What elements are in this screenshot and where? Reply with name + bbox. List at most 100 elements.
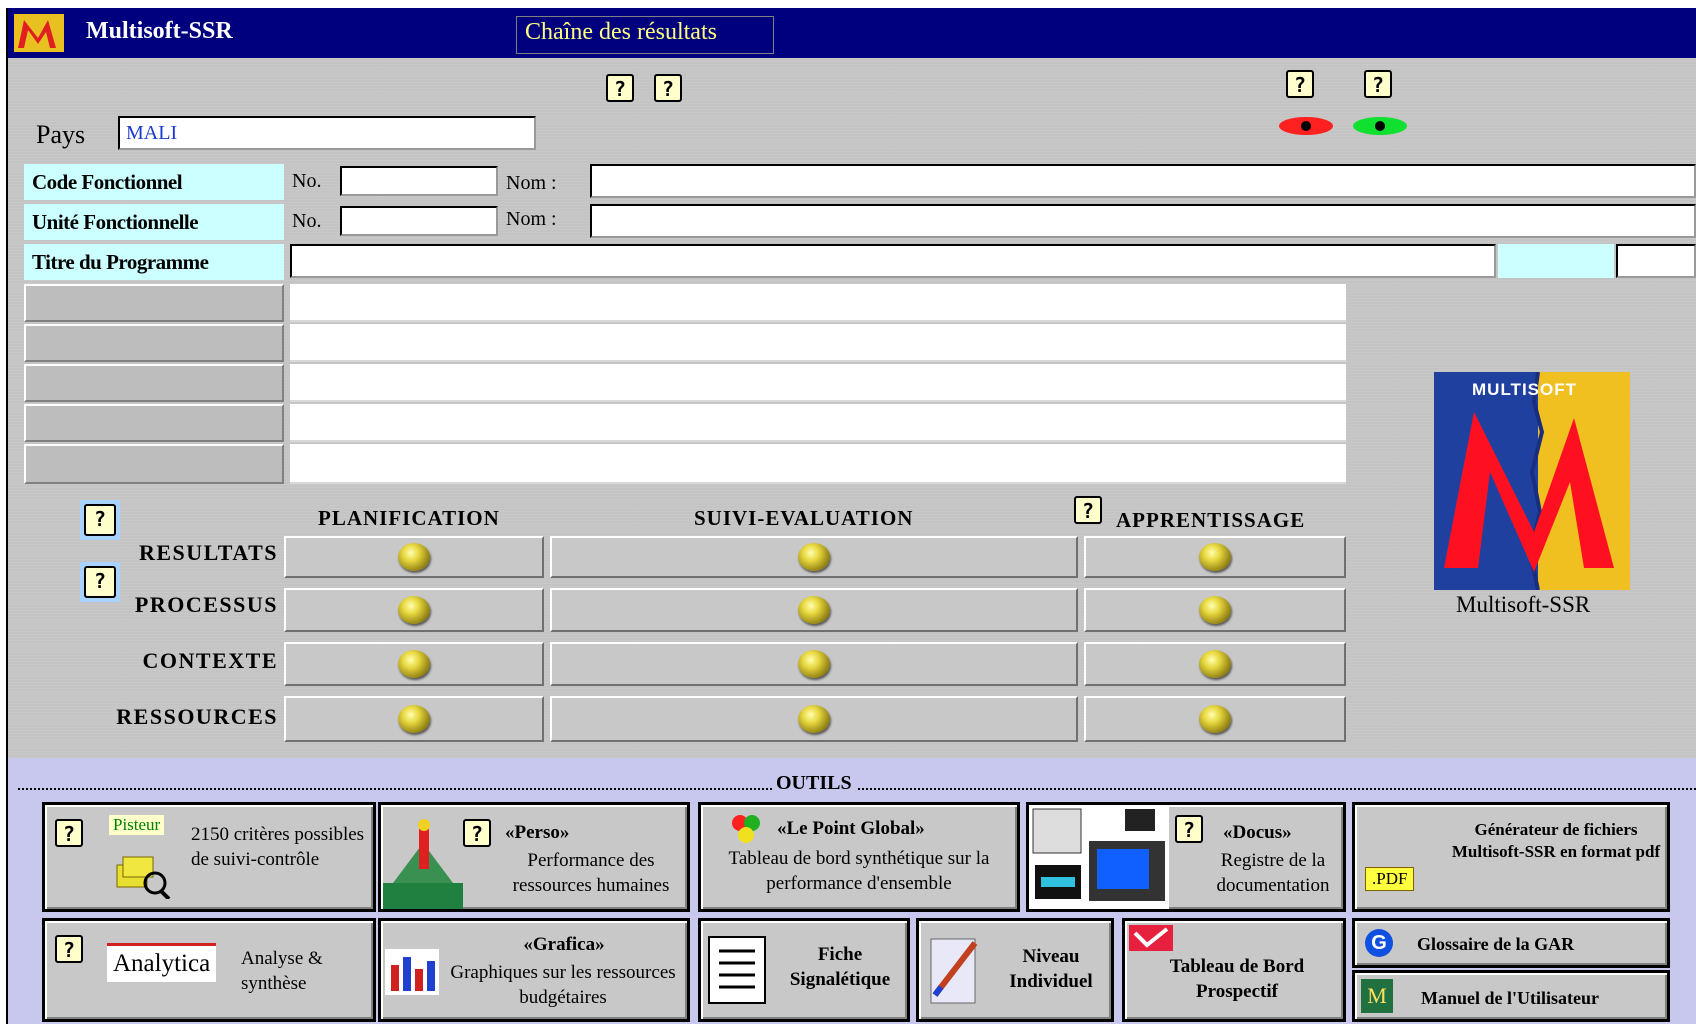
- logo-caption: Multisoft-SSR: [1456, 592, 1591, 617]
- green-eye-icon[interactable]: [1352, 116, 1408, 136]
- outils-header: OUTILS: [772, 772, 856, 795]
- col-suivi-evaluation: SUIVI-EVALUATION: [694, 506, 914, 530]
- app-title: Multisoft-SSR: [86, 18, 233, 44]
- document-list-icon: [708, 936, 766, 1004]
- help-apprentissage-icon[interactable]: ?: [1074, 496, 1102, 524]
- col-apprentissage: APPRENTISSAGE: [1116, 508, 1306, 532]
- pisteur-badge: Pisteur: [109, 815, 165, 835]
- tool-grafica[interactable]: «Grafica» Graphiques sur les ressources …: [378, 918, 690, 1022]
- help-icon[interactable]: ?: [84, 504, 116, 536]
- help-icon-3[interactable]: ?: [1286, 70, 1314, 98]
- docus-text: Registre de la documentation: [1216, 850, 1330, 896]
- colored-balls-icon: [732, 815, 760, 843]
- status-led-icon: [398, 705, 430, 733]
- docus-title: «Docus»: [1223, 822, 1292, 843]
- tool-niveau-individuel[interactable]: Niveau Individuel: [916, 918, 1114, 1022]
- red-eye-icon[interactable]: [1278, 116, 1334, 136]
- multisoft-logo: [1434, 372, 1630, 590]
- cell-ressources-suivi[interactable]: [550, 696, 1078, 742]
- row-label-slab: [24, 404, 284, 442]
- status-led-icon: [798, 543, 830, 571]
- tool-analytica[interactable]: ? Analytica Analyse & synthèse: [42, 918, 376, 1022]
- logo-brand-text: MULTISOFT: [1472, 380, 1577, 399]
- tableau-text: Tableau de Bord Prospectif: [1169, 956, 1305, 1002]
- cell-resultats-suivi[interactable]: [550, 536, 1078, 578]
- status-led-icon: [1199, 705, 1231, 733]
- row-label-slab: [24, 444, 284, 484]
- glossaire-text: Glossaire de la GAR: [1417, 934, 1575, 954]
- row-processus: PROCESSUS: [134, 592, 278, 617]
- status-led-icon: [798, 705, 830, 733]
- code-nom-field[interactable]: [590, 164, 1696, 198]
- unite-fonctionnelle-label: Unité Fonctionnelle: [24, 204, 284, 240]
- cell-resultats-planification[interactable]: [284, 536, 544, 578]
- status-led-icon: [398, 650, 430, 678]
- tab-chaine-resultats[interactable]: Chaîne des résultats: [516, 16, 774, 54]
- help-icon[interactable]: ?: [84, 566, 116, 598]
- outils-divider: [18, 788, 1696, 790]
- help-processus-wrap: ?: [80, 562, 120, 602]
- row-label-slab: [24, 284, 284, 322]
- unite-no-label: No.: [292, 210, 322, 232]
- content-row-1[interactable]: [290, 284, 1346, 322]
- help-icon-2[interactable]: ?: [654, 74, 682, 102]
- row-ressources: RESSOURCES: [116, 704, 278, 729]
- perso-text: Performance des ressources humaines: [512, 850, 670, 896]
- glossary-g-icon: G: [1365, 929, 1393, 957]
- coins-magnifier-icon: [116, 856, 171, 899]
- niveau-text: Niveau Individuel: [1009, 946, 1093, 992]
- tool-manuel-utilisateur[interactable]: M Manuel de l'Utilisateur: [1352, 970, 1670, 1022]
- tool-point-global[interactable]: «Le Point Global» Tableau de bord synthé…: [698, 802, 1020, 912]
- content-row-4[interactable]: [290, 404, 1346, 442]
- help-icon[interactable]: ?: [463, 819, 491, 847]
- statue-icon: [383, 819, 463, 909]
- row-resultats: RESULTATS: [138, 540, 278, 565]
- cell-contexte-apprentissage[interactable]: [1084, 642, 1346, 686]
- cell-processus-apprentissage[interactable]: [1084, 588, 1346, 632]
- content-row-3[interactable]: [290, 364, 1346, 402]
- tool-docus[interactable]: ? «Docus» Registre de la documentation: [1026, 802, 1346, 912]
- status-led-icon: [798, 650, 830, 678]
- cell-contexte-planification[interactable]: [284, 642, 544, 686]
- status-led-icon: [1199, 650, 1231, 678]
- help-icon[interactable]: ?: [55, 935, 83, 963]
- row-contexte: CONTEXTE: [142, 648, 278, 673]
- tool-perso[interactable]: ? «Perso» Performance des ressources hum…: [378, 802, 690, 912]
- tool-fiche-signaletique[interactable]: Fiche Signalétique: [698, 918, 910, 1022]
- titre-programme-label: Titre du Programme: [24, 244, 284, 280]
- pays-field[interactable]: MALI: [118, 116, 536, 150]
- help-icon-4[interactable]: ?: [1364, 70, 1392, 98]
- help-icon-1[interactable]: ?: [606, 74, 634, 102]
- cell-processus-planification[interactable]: [284, 588, 544, 632]
- cell-processus-suivi[interactable]: [550, 588, 1078, 632]
- tool-tableau-bord-prospectif[interactable]: Tableau de Bord Prospectif: [1122, 918, 1346, 1022]
- cell-ressources-planification[interactable]: [284, 696, 544, 742]
- status-led-icon: [1199, 543, 1231, 571]
- cell-resultats-apprentissage[interactable]: [1084, 536, 1346, 578]
- manual-m-icon: M: [1361, 979, 1393, 1013]
- cell-ressources-apprentissage[interactable]: [1084, 696, 1346, 742]
- unite-no-field[interactable]: [340, 206, 498, 236]
- tool-pisteur[interactable]: ? Pisteur 2150 critères possibles de sui…: [42, 802, 376, 912]
- help-icon[interactable]: ?: [55, 819, 83, 847]
- code-fonctionnel-label: Code Fonctionnel: [24, 164, 284, 200]
- help-icon[interactable]: ?: [1175, 815, 1203, 843]
- unite-nom-label: Nom :: [506, 208, 557, 230]
- pdf-badge: .PDF: [1365, 867, 1415, 891]
- status-led-icon: [398, 543, 430, 571]
- content-row-2[interactable]: [290, 324, 1346, 362]
- unite-nom-field[interactable]: [590, 204, 1696, 238]
- titre-extra-field[interactable]: [1616, 244, 1696, 278]
- col-planification: PLANIFICATION: [318, 506, 500, 530]
- cell-contexte-suivi[interactable]: [550, 642, 1078, 686]
- tool-glossaire-gar[interactable]: G Glossaire de la GAR: [1352, 918, 1670, 968]
- status-led-icon: [798, 596, 830, 624]
- titre-programme-field[interactable]: [290, 244, 1496, 278]
- code-no-field[interactable]: [340, 166, 498, 196]
- row-label-slab: [24, 324, 284, 362]
- manuel-text: Manuel de l'Utilisateur: [1421, 988, 1599, 1008]
- analytica-text: Analyse & synthèse: [241, 948, 323, 994]
- tool-generateur-pdf[interactable]: Générateur de fichiers Multisoft-SSR en …: [1352, 802, 1670, 912]
- content-row-5[interactable]: [290, 444, 1346, 484]
- pen-document-icon: [930, 938, 978, 1004]
